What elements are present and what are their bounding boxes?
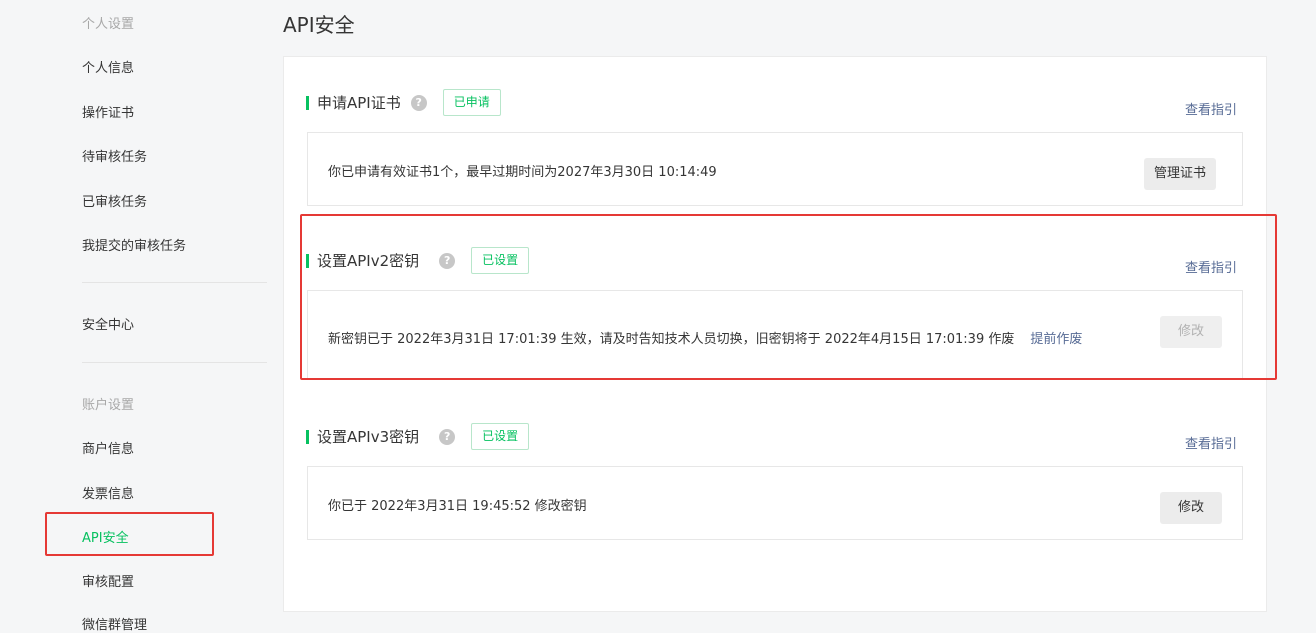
status-badge: 已申请	[442, 89, 501, 116]
modify-apiv3-button[interactable]: 修改	[1160, 492, 1222, 524]
manage-certificate-button[interactable]: 管理证书	[1144, 158, 1217, 190]
section-accent-bar	[306, 95, 309, 110]
sidebar-group-account-settings: 账户设置	[82, 398, 135, 413]
section-apiv3-key-title: 设置APIv3密钥 ? 已设置	[306, 423, 530, 450]
view-guide-link[interactable]: 查看指引	[1185, 433, 1237, 452]
highlight-box-sidebar	[45, 512, 214, 556]
sidebar-divider	[82, 282, 267, 283]
section-title-text: 申请API证书	[317, 94, 401, 112]
page-title: API安全	[283, 13, 355, 37]
sidebar-item-wechat-group[interactable]: 微信群管理	[82, 614, 147, 633]
section-accent-bar	[306, 429, 309, 444]
section-apiv3-key-box: 你已于 2022年3月31日 19:45:52 修改密钥 修改	[307, 466, 1243, 540]
sidebar-item-review-config[interactable]: 审核配置	[82, 571, 134, 590]
sidebar-item-reviewed-tasks[interactable]: 已审核任务	[82, 191, 147, 210]
sidebar-item-pending-review[interactable]: 待审核任务	[82, 146, 147, 165]
sidebar-item-operation-certificate[interactable]: 操作证书	[82, 102, 134, 121]
sidebar-item-security-center[interactable]: 安全中心	[82, 314, 134, 333]
help-icon[interactable]: ?	[410, 94, 427, 111]
highlight-box-apiv2	[300, 214, 1277, 380]
section-description: 你已申请有效证书1个，最早过期时间为2027年3月30日 10:14:49	[328, 165, 717, 180]
sidebar-item-merchant-info[interactable]: 商户信息	[82, 438, 134, 457]
view-guide-link[interactable]: 查看指引	[1185, 99, 1237, 118]
sidebar-group-personal-settings: 个人设置	[82, 17, 135, 32]
section-api-certificate-title: 申请API证书 ? 已申请	[306, 89, 501, 116]
sidebar-item-invoice-info[interactable]: 发票信息	[82, 483, 134, 502]
sidebar-item-personal-info[interactable]: 个人信息	[82, 57, 134, 76]
status-badge: 已设置	[471, 423, 530, 450]
section-api-certificate-box: 你已申请有效证书1个，最早过期时间为2027年3月30日 10:14:49 管理…	[307, 132, 1243, 206]
sidebar-item-my-submitted-tasks[interactable]: 我提交的审核任务	[82, 235, 186, 254]
help-icon[interactable]: ?	[439, 428, 456, 445]
section-description: 你已于 2022年3月31日 19:45:52 修改密钥	[328, 499, 587, 514]
section-title-text: 设置APIv3密钥	[317, 428, 420, 446]
sidebar-divider	[82, 362, 267, 363]
